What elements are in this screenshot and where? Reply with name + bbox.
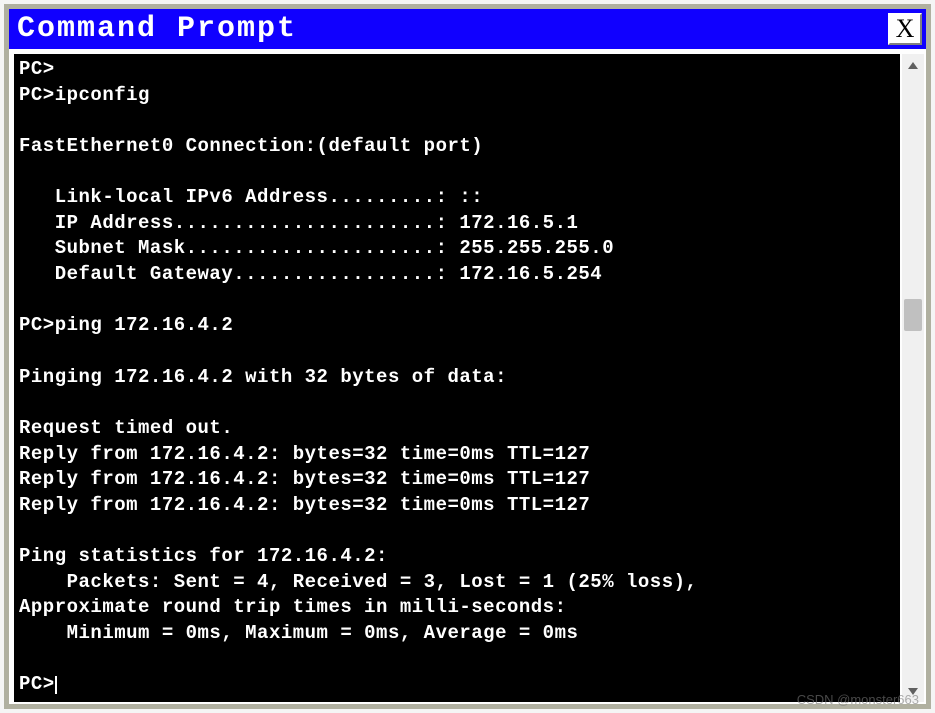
close-button[interactable]: X bbox=[888, 13, 922, 45]
title-bar: Command Prompt X bbox=[9, 9, 926, 49]
terminal-line: IP Address......................: 172.16… bbox=[19, 211, 895, 237]
terminal-line: Subnet Mask.....................: 255.25… bbox=[19, 236, 895, 262]
chevron-down-icon bbox=[908, 688, 918, 695]
terminal-line: Ping statistics for 172.16.4.2: bbox=[19, 544, 895, 570]
terminal-line: Reply from 172.16.4.2: bytes=32 time=0ms… bbox=[19, 493, 895, 519]
terminal-line: Link-local IPv6 Address.........: :: bbox=[19, 185, 895, 211]
terminal-line: FastEthernet0 Connection:(default port) bbox=[19, 134, 895, 160]
terminal-line: Default Gateway.................: 172.16… bbox=[19, 262, 895, 288]
terminal-line: Pinging 172.16.4.2 with 32 bytes of data… bbox=[19, 365, 895, 391]
terminal-line: Reply from 172.16.4.2: bytes=32 time=0ms… bbox=[19, 467, 895, 493]
terminal-line bbox=[19, 108, 895, 134]
vertical-scrollbar[interactable] bbox=[902, 54, 924, 702]
scroll-up-button[interactable] bbox=[902, 54, 924, 76]
terminal-line bbox=[19, 339, 895, 365]
terminal-line bbox=[19, 160, 895, 186]
content-area: PC>PC>ipconfig FastEthernet0 Connection:… bbox=[9, 49, 926, 704]
terminal-line: PC> bbox=[19, 57, 895, 83]
close-icon: X bbox=[896, 14, 915, 44]
terminal-line bbox=[19, 390, 895, 416]
terminal-line: Reply from 172.16.4.2: bytes=32 time=0ms… bbox=[19, 442, 895, 468]
window-title: Command Prompt bbox=[17, 12, 297, 46]
chevron-up-icon bbox=[908, 62, 918, 69]
terminal-line: PC>ipconfig bbox=[19, 83, 895, 109]
terminal-line: Request timed out. bbox=[19, 416, 895, 442]
cursor bbox=[55, 676, 57, 694]
command-prompt-window: Command Prompt X PC>PC>ipconfig FastEthe… bbox=[4, 4, 931, 709]
terminal-line bbox=[19, 647, 895, 673]
scroll-down-button[interactable] bbox=[902, 680, 924, 702]
terminal-output[interactable]: PC>PC>ipconfig FastEthernet0 Connection:… bbox=[14, 54, 900, 702]
terminal-line: PC>ping 172.16.4.2 bbox=[19, 313, 895, 339]
terminal-line: PC> bbox=[19, 673, 57, 695]
terminal-line bbox=[19, 288, 895, 314]
terminal-line: Minimum = 0ms, Maximum = 0ms, Average = … bbox=[19, 621, 895, 647]
terminal-line: Approximate round trip times in milli-se… bbox=[19, 595, 895, 621]
scroll-track[interactable] bbox=[902, 76, 924, 680]
scroll-thumb[interactable] bbox=[904, 299, 922, 331]
terminal-line bbox=[19, 519, 895, 545]
terminal-line: Packets: Sent = 4, Received = 3, Lost = … bbox=[19, 570, 895, 596]
